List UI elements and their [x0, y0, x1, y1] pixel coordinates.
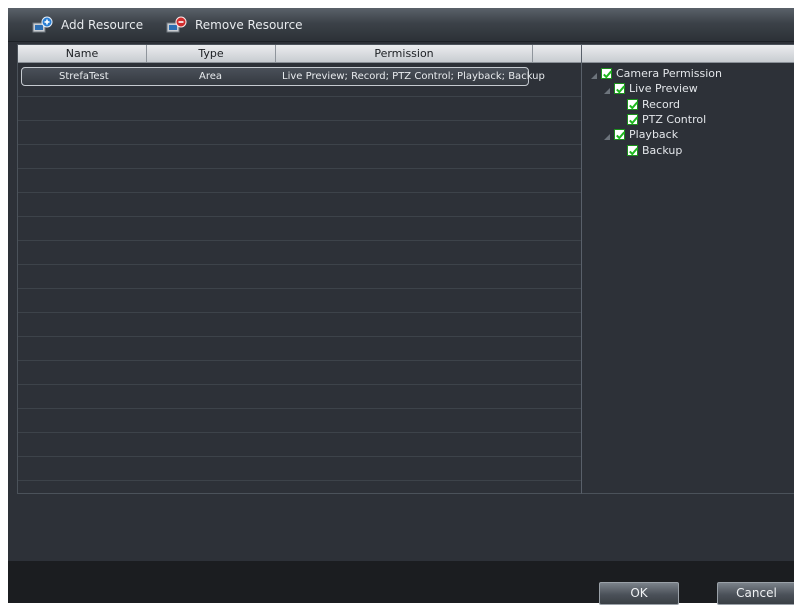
- add-resource-icon: [32, 16, 54, 34]
- row-divider: [18, 192, 583, 193]
- tree-label: Playback: [629, 128, 679, 141]
- row-divider: [18, 240, 583, 241]
- row-name-cell: StrefaTest: [59, 71, 109, 82]
- dialog-footer: OK Cancel: [8, 561, 794, 605]
- tree-node-backup[interactable]: Backup: [627, 143, 682, 158]
- live-preview-checkbox[interactable]: [614, 83, 626, 94]
- expand-triangle-icon[interactable]: [590, 70, 598, 79]
- remove-resource-icon: [166, 16, 188, 34]
- tree-label: Live Preview: [629, 82, 698, 95]
- tree-node-ptz-control[interactable]: PTZ Control: [627, 112, 706, 127]
- column-header-extra[interactable]: [533, 45, 583, 62]
- remove-resource-button[interactable]: Remove Resource: [166, 15, 303, 35]
- row-divider: [18, 384, 583, 385]
- backup-checkbox[interactable]: [627, 145, 639, 156]
- expand-triangle-icon[interactable]: [603, 131, 611, 140]
- row-divider: [18, 408, 583, 409]
- column-header-name[interactable]: Name: [18, 45, 147, 62]
- tree-label: Record: [642, 98, 681, 111]
- tree-header: [582, 45, 794, 63]
- tree-node-record[interactable]: Record: [627, 97, 680, 112]
- tree-node-playback[interactable]: Playback: [603, 127, 678, 142]
- table-header: Name Type Permission: [18, 45, 583, 63]
- row-divider: [18, 168, 583, 169]
- permission-tree: Camera Permission Live Preview Record PT…: [581, 44, 794, 494]
- row-divider: [18, 360, 583, 361]
- playback-checkbox[interactable]: [614, 129, 626, 140]
- tree-label: Camera Permission: [616, 67, 722, 80]
- row-divider: [18, 216, 583, 217]
- expand-triangle-icon[interactable]: [603, 85, 611, 94]
- row-divider: [18, 120, 583, 121]
- column-header-type[interactable]: Type: [147, 45, 276, 62]
- remove-resource-label: Remove Resource: [195, 18, 303, 32]
- add-resource-button[interactable]: Add Resource: [32, 15, 143, 35]
- add-resource-label: Add Resource: [61, 18, 144, 32]
- tree-label: Backup: [642, 144, 683, 157]
- ptz-control-checkbox[interactable]: [627, 114, 639, 125]
- resource-table: Name Type Permission StrefaTest Area Liv…: [17, 44, 584, 494]
- row-type-cell: Area: [199, 71, 223, 82]
- row-divider: [18, 336, 583, 337]
- record-checkbox[interactable]: [627, 99, 639, 110]
- cancel-button[interactable]: Cancel: [717, 582, 794, 605]
- row-divider: [18, 264, 583, 265]
- row-divider: [18, 96, 583, 97]
- tree-node-camera-permission[interactable]: Camera Permission: [590, 66, 722, 81]
- row-divider: [18, 480, 583, 481]
- row-divider: [18, 288, 583, 289]
- row-divider: [18, 456, 583, 457]
- table-row[interactable]: StrefaTest Area Live Preview; Record; PT…: [21, 67, 545, 86]
- toolbar: Add Resource Remove Resource: [8, 8, 794, 42]
- tree-node-live-preview[interactable]: Live Preview: [603, 81, 698, 96]
- resource-dialog: Add Resource Remove Resource Name Type P…: [8, 8, 794, 605]
- camera-permission-checkbox[interactable]: [601, 68, 613, 79]
- column-header-permission[interactable]: Permission: [276, 45, 533, 62]
- row-divider: [18, 432, 583, 433]
- row-permission-cell: Live Preview; Record; PTZ Control; Playb…: [282, 71, 545, 82]
- row-divider: [18, 144, 583, 145]
- tree-label: PTZ Control: [642, 113, 707, 126]
- ok-button[interactable]: OK: [599, 582, 679, 605]
- row-divider: [18, 312, 583, 313]
